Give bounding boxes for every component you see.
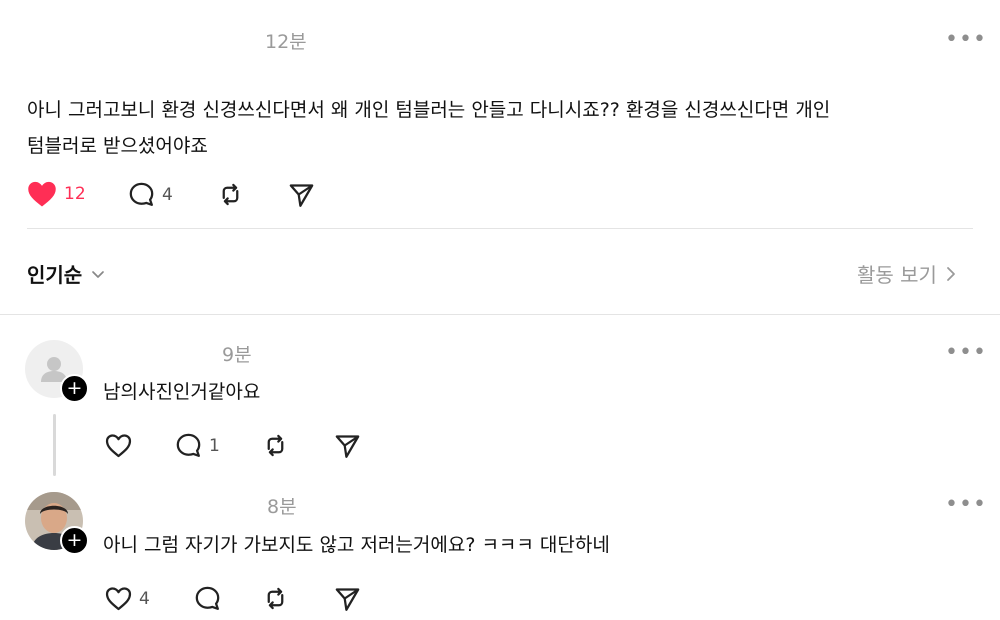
reply-more-button[interactable]: •••: [945, 342, 987, 364]
post-share-button[interactable]: [288, 181, 315, 208]
share-icon: [334, 432, 361, 459]
repost-icon: [217, 181, 244, 208]
activity-view-link[interactable]: 활동 보기: [857, 259, 957, 288]
more-icon: •••: [945, 27, 987, 52]
reply-like-button[interactable]: [105, 433, 139, 458]
reply-timestamp: 9분: [222, 344, 252, 366]
heart-icon: [105, 433, 132, 458]
chevron-right-icon: [945, 265, 957, 283]
thread-line: [53, 414, 56, 476]
repost-icon: [262, 585, 289, 612]
repost-icon: [262, 432, 289, 459]
follow-button[interactable]: +: [60, 374, 89, 403]
post-like-button[interactable]: 12: [27, 180, 86, 208]
reply-timestamp: 8분: [267, 496, 297, 518]
reply-text: 남의사진인거같아요: [103, 381, 261, 403]
share-icon: [288, 181, 315, 208]
reply-like-button[interactable]: 4: [105, 586, 150, 611]
sort-label: 인기순: [27, 263, 83, 287]
post-repost-button[interactable]: [217, 181, 244, 208]
section-divider: [0, 314, 1000, 315]
reply-comment-button[interactable]: 1: [175, 432, 220, 459]
comment-count: 4: [162, 184, 173, 205]
reply-repost-button[interactable]: [262, 585, 289, 612]
more-icon: •••: [945, 492, 987, 517]
post-timestamp: 12분: [265, 31, 307, 53]
heart-icon: [27, 180, 57, 208]
heart-icon: [105, 586, 132, 611]
like-count: 12: [64, 184, 86, 204]
plus-icon: +: [66, 529, 83, 551]
post-body-line: 텀블러로 받으셨어야죠: [27, 135, 208, 157]
post-body-line: 아니 그러고보니 환경 신경쓰신다면서 왜 개인 텀블러는 안들고 다니시죠??…: [27, 99, 831, 121]
more-icon: •••: [945, 340, 987, 365]
plus-icon: +: [66, 377, 83, 399]
reply-more-button[interactable]: •••: [945, 494, 987, 516]
comment-count: 1: [209, 435, 220, 456]
chevron-down-icon: [90, 266, 106, 282]
reply-comment-button[interactable]: [194, 585, 228, 612]
activity-label: 활동 보기: [857, 263, 937, 287]
post-comment-button[interactable]: 4: [128, 181, 173, 208]
post-divider: [27, 228, 973, 229]
share-icon: [334, 585, 361, 612]
sort-dropdown[interactable]: 인기순: [27, 259, 106, 288]
comment-icon: [175, 432, 202, 459]
comment-icon: [194, 585, 221, 612]
reply-share-button[interactable]: [334, 585, 361, 612]
reply-share-button[interactable]: [334, 432, 361, 459]
post-more-button[interactable]: •••: [945, 29, 987, 51]
post-body: 아니 그러고보니 환경 신경쓰신다면서 왜 개인 텀블러는 안들고 다니시죠??…: [27, 92, 987, 164]
like-count: 4: [139, 588, 150, 609]
comment-icon: [128, 181, 155, 208]
follow-button[interactable]: +: [60, 526, 89, 555]
reply-text: 아니 그럼 자기가 가보지도 않고 저러는거에요? ㅋㅋㅋ 대단하네: [103, 534, 610, 556]
reply-repost-button[interactable]: [262, 432, 289, 459]
